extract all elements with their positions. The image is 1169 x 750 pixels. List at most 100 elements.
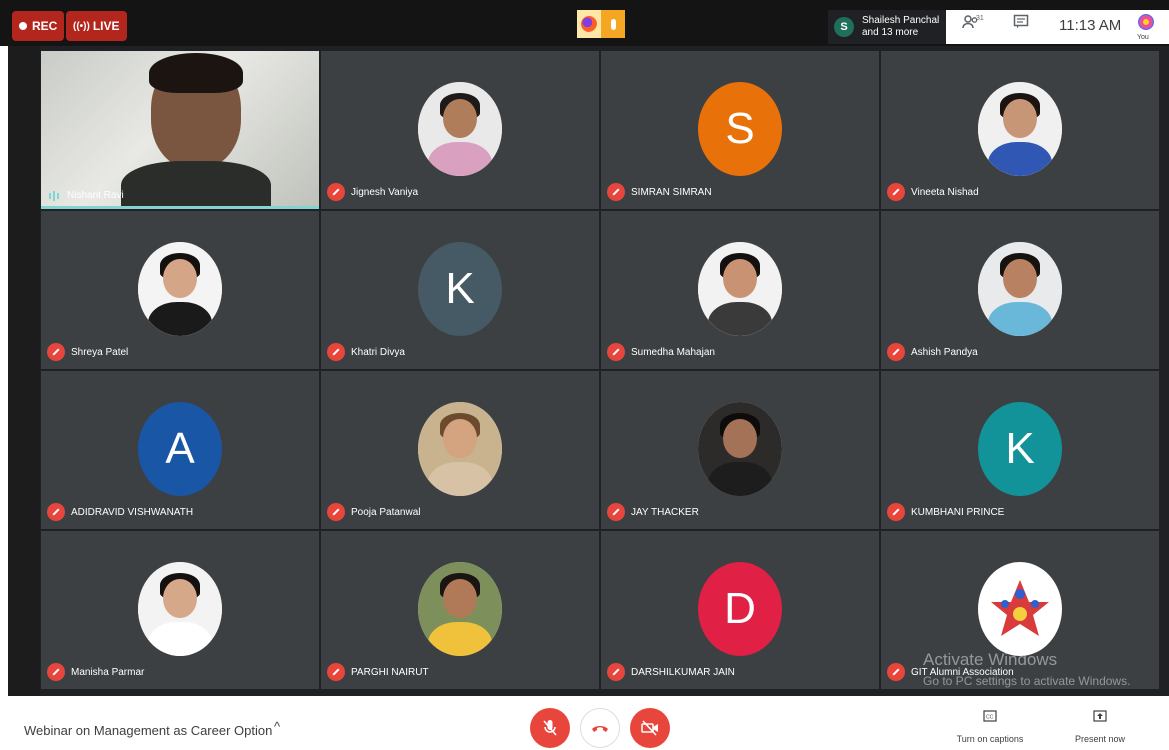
participant-photo: [418, 562, 502, 656]
video-person-hair: [149, 53, 243, 93]
participant-name: Sumedha Mahajan: [631, 346, 715, 358]
camera-off-button[interactable]: [630, 708, 670, 748]
hang-up-button[interactable]: [580, 708, 620, 748]
hang-up-icon: [592, 726, 608, 732]
participant-tile[interactable]: Pooja Patanwal: [321, 371, 599, 529]
mic-off-icon: [543, 720, 557, 736]
participant-tile[interactable]: Shreya Patel: [41, 211, 319, 369]
camera-off-icon: [641, 720, 658, 736]
participant-name: Pooja Patanwal: [351, 506, 421, 518]
participant-photo: [138, 562, 222, 656]
participant-avatar: A: [138, 402, 222, 496]
presenting-indicator[interactable]: [577, 10, 625, 38]
participant-photo: [698, 402, 782, 496]
mic-off-icon: [607, 183, 625, 201]
mic-off-icon: [327, 663, 345, 681]
chevron-up-icon[interactable]: ^: [274, 719, 280, 734]
present-icon: [1055, 710, 1145, 728]
participant-photo: [418, 402, 502, 496]
participant-tile[interactable]: A ADIDRAVID VISHWANATH: [41, 371, 319, 529]
participant-tile[interactable]: Vineeta Nishad: [881, 51, 1159, 209]
meeting-title[interactable]: Webinar on Management as Career Option: [24, 723, 272, 738]
git-alumni-logo: [978, 562, 1062, 656]
participant-tile[interactable]: PARGHI NAIRUT: [321, 531, 599, 689]
presenter-chip[interactable]: S Shailesh Panchal and 13 more: [828, 10, 946, 44]
participant-tile[interactable]: Ashish Pandya: [881, 211, 1159, 369]
mic-off-icon: [327, 343, 345, 361]
left-edge: [8, 46, 40, 696]
recording-badge: REC: [12, 11, 65, 41]
present-label: Present now: [1074, 734, 1126, 744]
mic-off-icon: [47, 343, 65, 361]
participant-tile[interactable]: JAY THACKER: [601, 371, 879, 529]
participant-photo: [978, 242, 1062, 336]
presenter-name: Shailesh Panchal: [862, 15, 940, 26]
participant-tile[interactable]: K KUMBHANI PRINCE: [881, 371, 1159, 529]
top-bar: REC ((•)) LIVE S Shailesh Panchal and 13…: [0, 0, 1169, 46]
speaking-icon: [49, 190, 61, 201]
present-now-button[interactable]: Present now: [1055, 710, 1145, 744]
participant-tile[interactable]: Sumedha Mahajan: [601, 211, 879, 369]
broadcast-icon: ((•)): [73, 20, 90, 32]
participant-name: Ashish Pandya: [911, 346, 978, 358]
participant-grid: Nishant Ravi Jignesh Vaniya S SIMRAN SIM…: [8, 46, 1169, 696]
speaking-indicator: [41, 206, 319, 209]
participant-photo: [978, 82, 1062, 176]
participant-name: Vineeta Nishad: [911, 186, 979, 198]
live-label: LIVE: [92, 19, 120, 33]
captions-label: Turn on captions: [956, 734, 1024, 744]
participant-name: Jignesh Vaniya: [351, 186, 419, 198]
mic-off-icon: [327, 183, 345, 201]
video-person-body: [121, 161, 271, 209]
participant-name: Manisha Parmar: [71, 666, 145, 678]
participant-avatar: D: [698, 562, 782, 656]
mic-off-icon: [607, 343, 625, 361]
participant-photo: [418, 82, 502, 176]
participant-tile[interactable]: Nishant Ravi: [41, 51, 319, 209]
mic-off-icon: [47, 663, 65, 681]
participant-name: DARSHILKUMAR JAIN: [631, 666, 735, 678]
chat-icon[interactable]: [1013, 14, 1029, 35]
participant-tile[interactable]: Jignesh Vaniya: [321, 51, 599, 209]
mic-icon: [601, 10, 625, 38]
captions-button[interactable]: CC Turn on captions: [945, 710, 1035, 744]
mic-off-icon: [607, 663, 625, 681]
participant-tile[interactable]: D DARSHILKUMAR JAIN: [601, 531, 879, 689]
bottom-bar: Webinar on Management as Career Option ^…: [0, 696, 1169, 750]
live-badge: ((•)) LIVE: [66, 11, 127, 41]
participant-photo: [698, 242, 782, 336]
mic-off-icon: [887, 343, 905, 361]
participant-name: Shreya Patel: [71, 346, 129, 358]
captions-icon: CC: [945, 710, 1035, 728]
participant-name: KUMBHANI PRINCE: [911, 506, 1005, 518]
mic-off-icon: [607, 503, 625, 521]
presenter-more: and 13 more: [862, 27, 919, 38]
mic-off-icon: [327, 503, 345, 521]
mic-off-icon: [887, 183, 905, 201]
participant-name: PARGHI NAIRUT: [351, 666, 429, 678]
mic-off-icon: [887, 663, 905, 681]
you-label: You: [1137, 34, 1149, 41]
activation-watermark-title: Activate Windows: [923, 650, 1058, 669]
mic-off-icon: [47, 503, 65, 521]
clock: 11:13 AM: [1059, 17, 1122, 34]
activation-watermark-subtitle: Go to PC settings to activate Windows.: [923, 674, 1131, 688]
participant-name: Khatri Divya: [351, 346, 405, 358]
participant-avatar: K: [418, 242, 502, 336]
participant-photo: [138, 242, 222, 336]
mic-off-icon: [887, 503, 905, 521]
participant-avatar: K: [978, 402, 1062, 496]
participant-name: JAY THACKER: [631, 506, 699, 518]
participant-tile[interactable]: Manisha Parmar: [41, 531, 319, 689]
self-avatar[interactable]: You: [1130, 12, 1160, 42]
participant-name: ADIDRAVID VISHWANATH: [71, 506, 194, 518]
firefox-icon: [577, 10, 601, 38]
participant-tile[interactable]: S SIMRAN SIMRAN: [601, 51, 879, 209]
participant-tile[interactable]: K Khatri Divya: [321, 211, 599, 369]
mic-off-button[interactable]: [530, 708, 570, 748]
record-dot-icon: [19, 22, 27, 30]
participant-name: Nishant Ravi: [67, 190, 124, 201]
participant-avatar: S: [698, 82, 782, 176]
presenter-avatar: S: [834, 17, 854, 37]
rec-label: REC: [32, 19, 58, 33]
